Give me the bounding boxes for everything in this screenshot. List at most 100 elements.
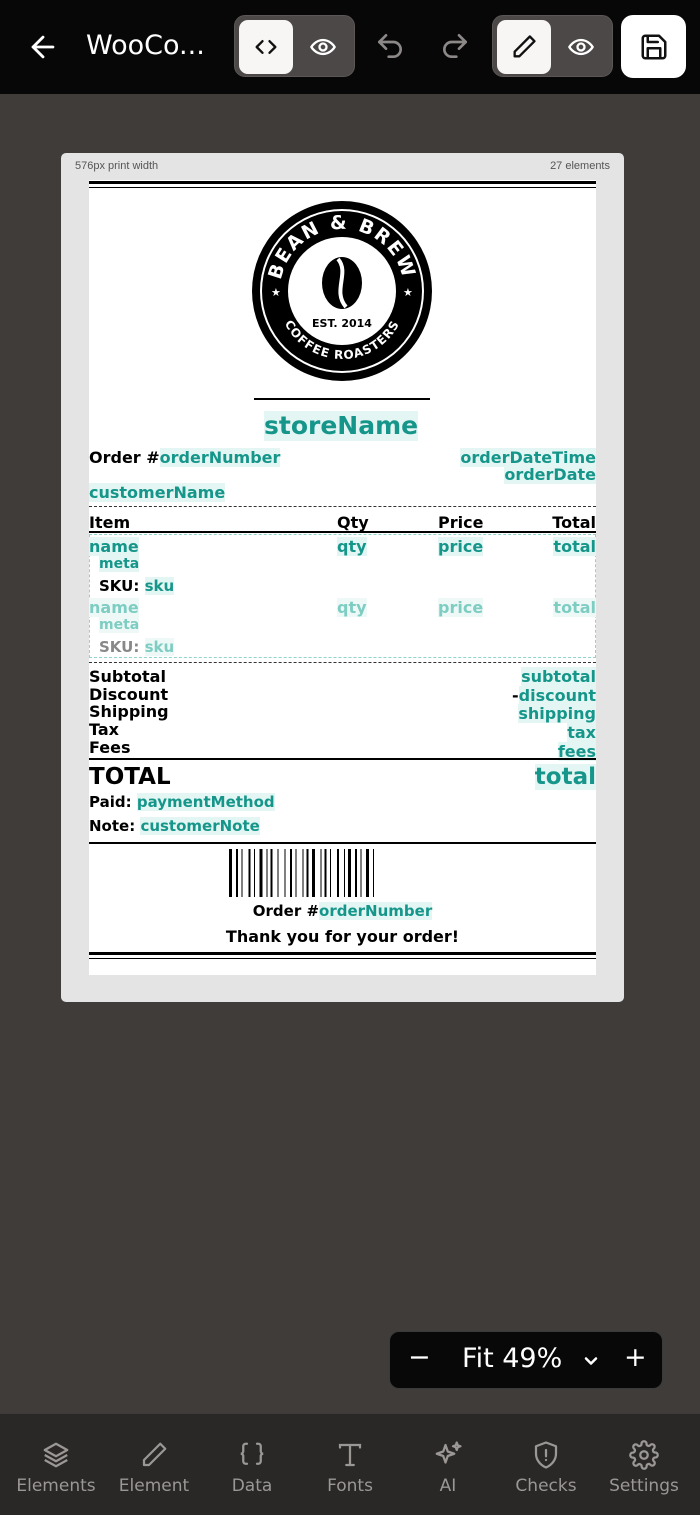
undo-button[interactable] xyxy=(374,30,406,62)
redo-button[interactable] xyxy=(439,30,471,62)
star-icon: ★ xyxy=(271,287,281,299)
summary-values[interactable]: subtotal -discount shipping tax fees xyxy=(511,667,596,762)
zoom-out-button[interactable]: − xyxy=(408,1342,431,1373)
item-qty: qty xyxy=(337,598,367,617)
element-count-label: 27 elements xyxy=(550,160,610,172)
zoom-level[interactable]: Fit 49% xyxy=(462,1343,562,1374)
sparkles-icon xyxy=(435,1441,462,1464)
save-button[interactable] xyxy=(621,15,686,78)
payment-method: paymentMethod xyxy=(136,793,275,811)
order-number: orderNumber xyxy=(159,448,281,467)
pencil-icon xyxy=(513,35,536,58)
nav-settings[interactable]: Settings xyxy=(595,1440,693,1496)
summary-shipping-label: Shipping xyxy=(89,702,169,722)
preview-button[interactable] xyxy=(554,20,608,74)
summary-tax-value: tax xyxy=(567,723,596,743)
header-rule xyxy=(89,531,596,533)
store-name[interactable]: storeName xyxy=(264,411,419,441)
gear-icon xyxy=(629,1440,659,1470)
redo-icon xyxy=(443,34,467,58)
barcode-order-label: Order # xyxy=(252,902,320,920)
summary-discount-label: Discount xyxy=(89,684,169,704)
nav-ai[interactable]: AI xyxy=(399,1440,497,1496)
item-qty: qty xyxy=(337,537,367,556)
layers-icon xyxy=(43,1442,69,1468)
star-icon: ★ xyxy=(403,287,413,299)
receipt-paper: BEAN & BREW COFFEE ROASTERS ★ ★ EST. 201… xyxy=(89,180,596,975)
order-line[interactable]: Order #orderNumber xyxy=(89,448,281,467)
col-total: Total xyxy=(552,513,596,532)
eye-icon xyxy=(568,38,594,56)
view-mode-toggle xyxy=(234,15,355,77)
code-mode-button[interactable] xyxy=(239,20,293,74)
nav-data[interactable]: Data xyxy=(203,1440,301,1496)
thank-you-text[interactable]: Thank you for your order! xyxy=(89,927,596,946)
barcode-order-line[interactable]: Order #orderNumber xyxy=(89,902,596,920)
logo-underline xyxy=(254,398,430,400)
order-label: Order # xyxy=(89,448,160,467)
print-width-label: 576px print width xyxy=(75,160,159,172)
item-total: total xyxy=(553,537,596,556)
sku-value: sku xyxy=(144,577,175,595)
nav-label: Element xyxy=(118,1476,190,1496)
top-rule[interactable] xyxy=(89,181,596,184)
undo-icon xyxy=(378,34,402,58)
summary-shipping-value: shipping xyxy=(518,704,596,724)
nav-label: AI xyxy=(439,1476,457,1496)
bottom-rule-thin xyxy=(89,958,596,959)
sku-value: sku xyxy=(144,638,175,656)
top-rule-thin xyxy=(89,187,596,188)
total-label[interactable]: TOTAL xyxy=(89,764,171,790)
zoom-dropdown[interactable] xyxy=(581,1351,601,1376)
item-meta: meta xyxy=(99,617,140,633)
nav-fonts[interactable]: Fonts xyxy=(301,1440,399,1496)
back-button[interactable] xyxy=(26,30,60,64)
arrow-left-icon xyxy=(31,35,55,59)
nav-label: Elements xyxy=(16,1476,96,1496)
total-rule xyxy=(89,758,596,760)
summary-tax-label: Tax xyxy=(89,720,119,740)
store-logo[interactable]: BEAN & BREW COFFEE ROASTERS ★ ★ EST. 201… xyxy=(250,199,434,383)
shield-alert-icon xyxy=(534,1441,558,1469)
note-line[interactable]: Note: customerNote xyxy=(89,817,260,835)
customer-name[interactable]: customerName xyxy=(89,483,226,502)
nav-checks[interactable]: Checks xyxy=(497,1440,595,1496)
item-sku: SKU: sku xyxy=(99,577,175,595)
eye-icon xyxy=(310,38,336,56)
pencil-icon xyxy=(142,1442,167,1467)
item-total: total xyxy=(553,598,596,617)
nav-elements[interactable]: Elements xyxy=(7,1440,105,1496)
bottom-rule[interactable] xyxy=(89,952,596,955)
item-name: name xyxy=(89,598,139,617)
item-price: price xyxy=(438,598,484,617)
logo-est-text: EST. 2014 xyxy=(312,317,372,330)
dashed-divider xyxy=(89,506,596,507)
sku-label: SKU: xyxy=(99,577,140,595)
nav-label: Settings xyxy=(609,1476,679,1496)
summary-fees-label: Fees xyxy=(89,737,131,757)
code-icon xyxy=(255,40,277,54)
summary-discount-value: discount xyxy=(518,685,596,705)
col-item: Item xyxy=(89,513,131,532)
barcode-order-number: orderNumber xyxy=(319,902,433,920)
total-value[interactable]: total xyxy=(534,764,596,790)
nav-label: Data xyxy=(231,1476,273,1496)
paid-label: Paid: xyxy=(89,793,132,811)
note-label: Note: xyxy=(89,817,136,835)
nav-element[interactable]: Element xyxy=(105,1440,203,1496)
braces-icon xyxy=(240,1442,264,1465)
preview-mode-button[interactable] xyxy=(296,20,350,74)
edit-button[interactable] xyxy=(497,20,551,74)
chevron-down-icon xyxy=(584,1357,598,1365)
zoom-in-button[interactable]: + xyxy=(624,1342,647,1373)
discount-prefix: - xyxy=(511,685,519,705)
col-qty: Qty xyxy=(337,513,369,532)
col-price: Price xyxy=(438,513,484,532)
nav-label: Fonts xyxy=(327,1476,373,1496)
paid-line[interactable]: Paid: paymentMethod xyxy=(89,793,275,811)
bottom-nav: Elements Element Data Fonts AI Checks Se… xyxy=(0,1413,700,1515)
summary-subtotal-value: subtotal xyxy=(521,667,596,686)
barcode[interactable] xyxy=(229,849,455,897)
order-date[interactable]: orderDate xyxy=(504,465,596,484)
summary-labels[interactable]: Subtotal Discount Shipping Tax Fees xyxy=(89,668,169,757)
